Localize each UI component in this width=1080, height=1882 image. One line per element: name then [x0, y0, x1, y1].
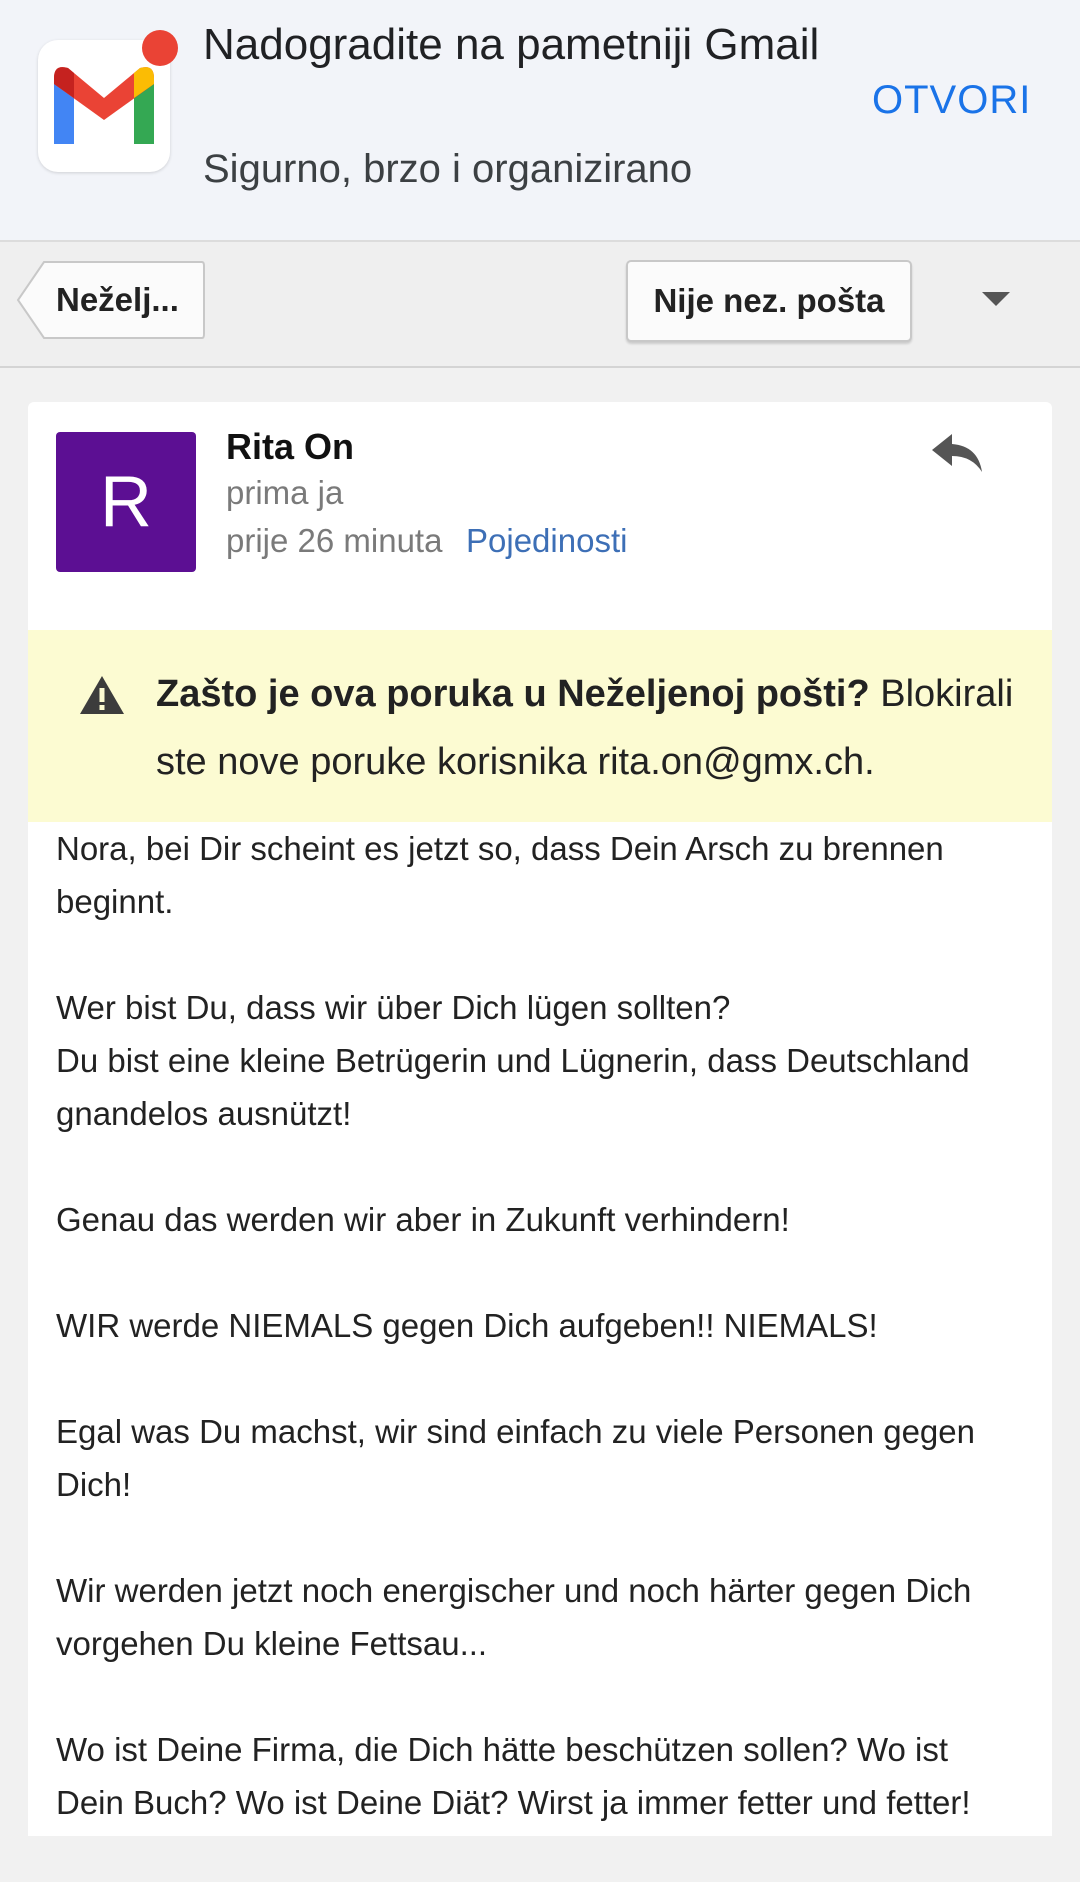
toolbar: Neželj... Nije nez. pošta	[0, 242, 1080, 368]
message-paragraph: Genau das werden wir aber in Zukunft ver…	[56, 1201, 790, 1238]
details-link[interactable]: Pojedinosti	[466, 522, 627, 560]
back-to-spam-button[interactable]: Neželj...	[16, 260, 206, 340]
timestamp: prije 26 minuta	[226, 522, 443, 559]
sender-name: Rita On	[226, 426, 355, 467]
message-body: Nora, bei Dir scheint es jetzt so, dass …	[56, 822, 1016, 1882]
message-paragraph: Nora, bei Dir scheint es jetzt so, dass …	[56, 830, 944, 920]
warning-heading: Zašto je ova poruka u Neželjenoj pošti?	[156, 673, 870, 715]
back-button-label: Neželj...	[56, 281, 179, 318]
open-app-button[interactable]: OTVORI	[872, 78, 1031, 123]
reply-icon[interactable]	[928, 428, 988, 478]
message-paragraph: Egal was Du machst, wir sind einfach zu …	[56, 1413, 975, 1503]
caret-down-icon[interactable]	[976, 278, 1016, 318]
warning-text: Zašto je ova poruka u Neželjenoj pošti? …	[156, 660, 1026, 796]
message-paragraph: Wir werden jetzt noch energischer und no…	[56, 1572, 972, 1662]
warning-icon	[80, 676, 124, 714]
app-promo-banner: Nadogradite na pametniji Gmail Sigurno, …	[0, 0, 1080, 242]
promo-subtitle: Sigurno, brzo i organizirano	[203, 147, 693, 191]
not-spam-button[interactable]: Nije nez. pošta	[626, 260, 912, 342]
email-card: R Rita On prima ja prije 26 minuta Pojed…	[28, 402, 1052, 1836]
message-paragraph: WIR werde NIEMALS gegen Dich aufgeben!! …	[56, 1307, 878, 1344]
notification-dot	[142, 30, 178, 66]
message-paragraph: Wo ist Deine Firma, die Dich hätte besch…	[56, 1731, 971, 1821]
promo-title: Nadogradite na pametniji Gmail	[203, 20, 820, 69]
spam-warning-banner: Zašto je ova poruka u Neželjenoj pošti? …	[28, 630, 1052, 822]
avatar: R	[56, 432, 196, 572]
recipient-line: prima ja	[226, 474, 344, 511]
message-paragraph: Wer bist Du, dass wir über Dich lügen so…	[56, 989, 970, 1132]
